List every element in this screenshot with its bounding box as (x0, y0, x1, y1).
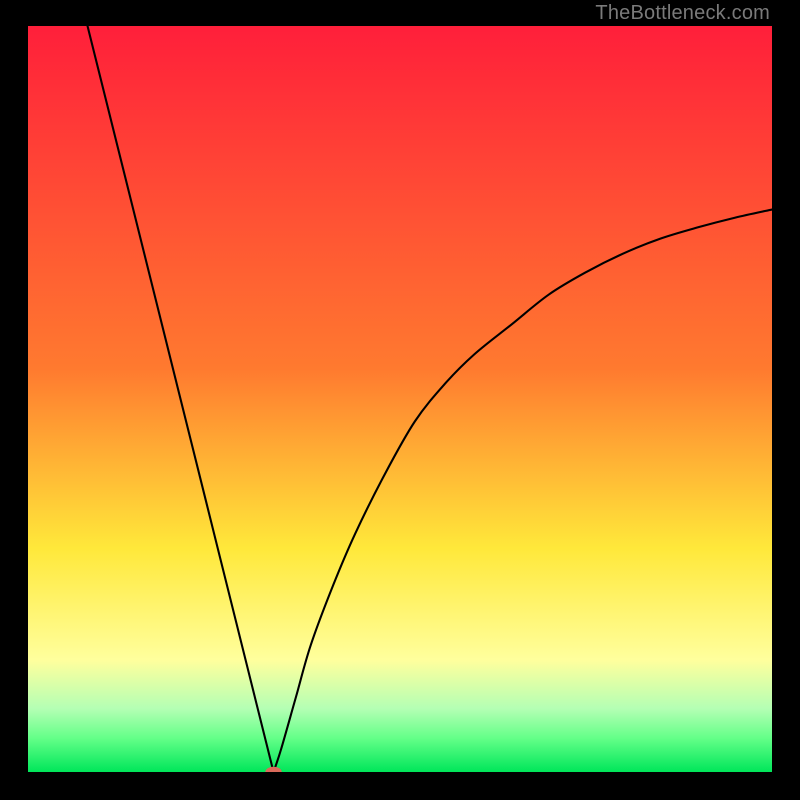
plot-area (28, 26, 772, 772)
plot-svg (28, 26, 772, 772)
chart-frame: TheBottleneck.com (0, 0, 800, 800)
gradient-background (28, 26, 772, 772)
watermark-text: TheBottleneck.com (595, 2, 770, 25)
